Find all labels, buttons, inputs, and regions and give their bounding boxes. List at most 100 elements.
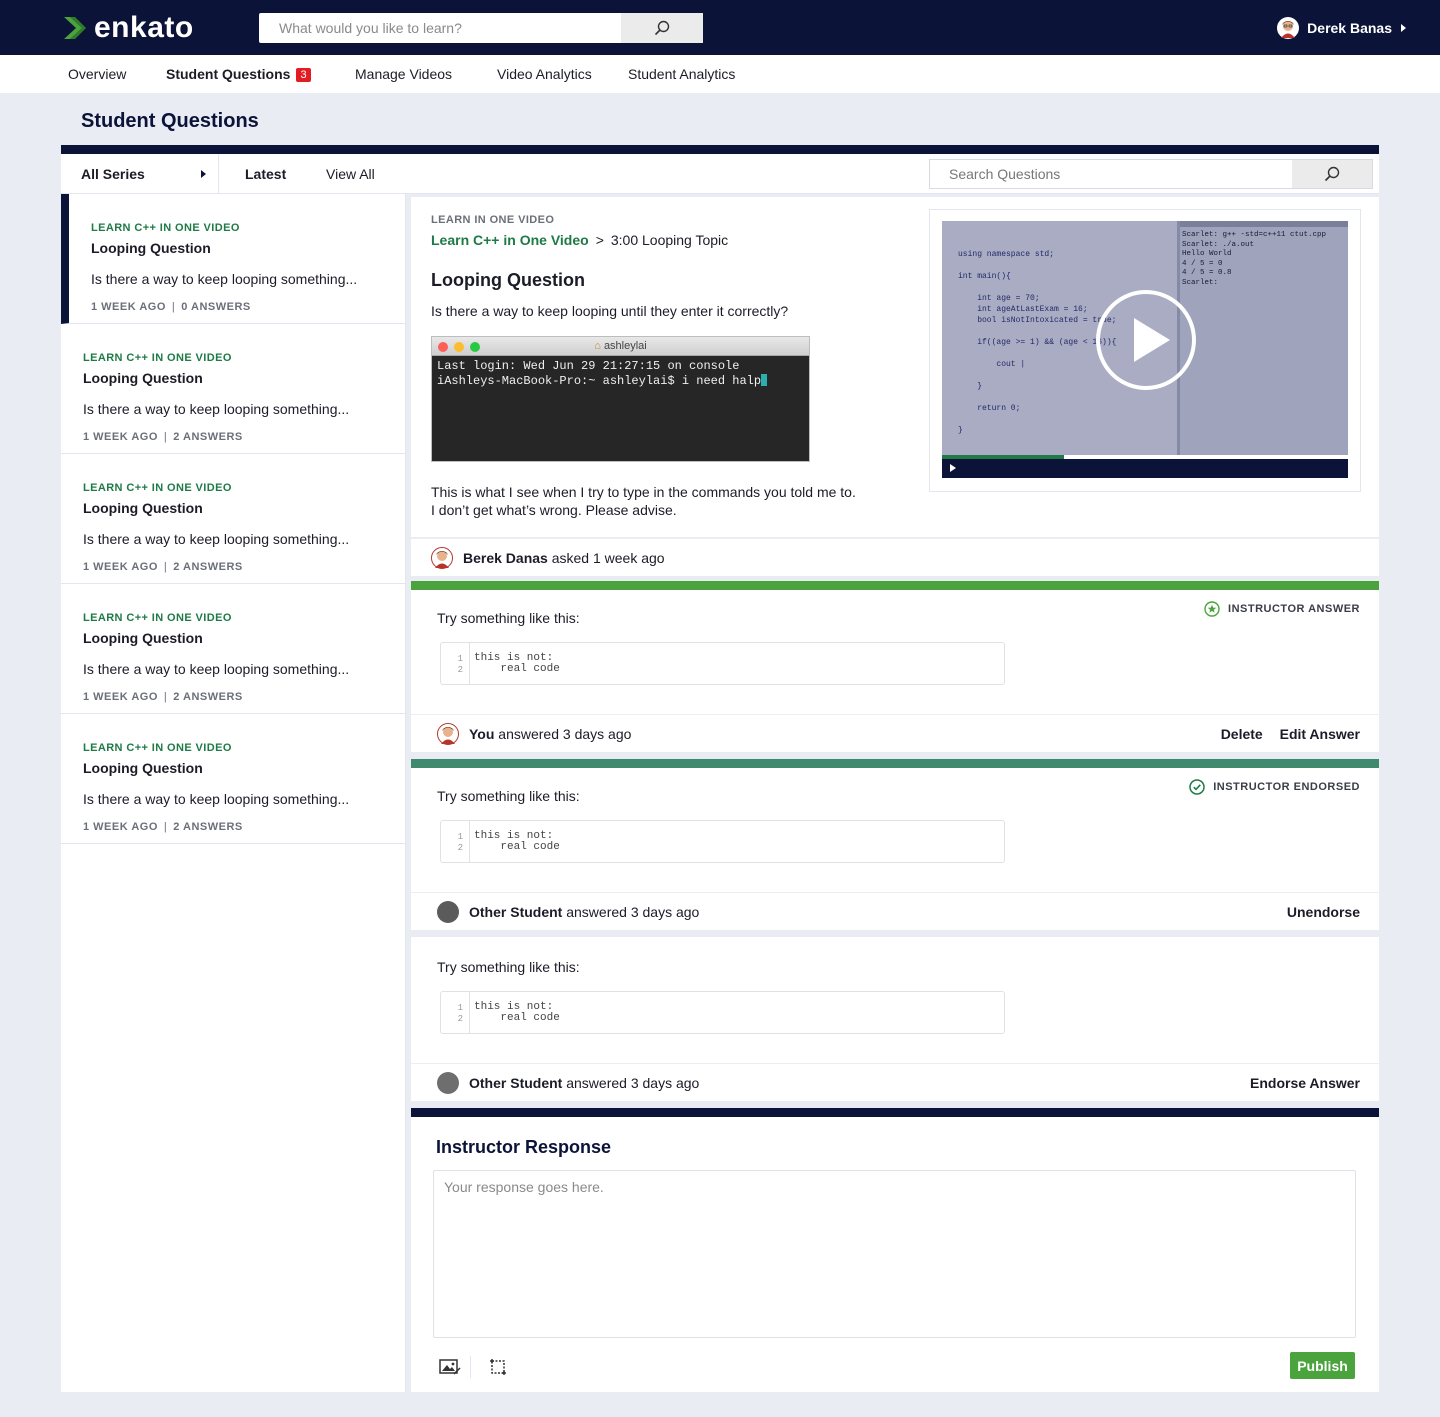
question-search-input[interactable] bbox=[930, 160, 1292, 188]
question-meta: 1 WEEK AGO | 2 ANSWERS bbox=[83, 561, 243, 573]
question-list-item[interactable]: LEARN C++ IN ONE VIDEO Looping Question … bbox=[61, 324, 405, 454]
question-title: Looping Question bbox=[83, 630, 203, 646]
instructor-answer-tag: INSTRUCTOR ANSWER bbox=[1204, 601, 1360, 617]
line-number: 2 bbox=[457, 665, 463, 675]
question-series: LEARN C++ IN ONE VIDEO bbox=[91, 222, 240, 234]
logo-mark-icon bbox=[64, 17, 86, 39]
user-name: Derek Banas bbox=[1307, 20, 1392, 36]
video-console: Scarlet: g++ -std=c++11 ctut.cpp Scarlet… bbox=[1182, 231, 1327, 287]
question-age: 1 WEEK AGO bbox=[83, 821, 158, 833]
code-block: 12 this is not: real code bbox=[440, 991, 1005, 1034]
question-age: 1 WEEK AGO bbox=[91, 301, 166, 313]
play-button[interactable] bbox=[1096, 290, 1196, 390]
line-number: 1 bbox=[457, 832, 463, 842]
question-age: 1 WEEK AGO bbox=[83, 691, 158, 703]
terminal-title-text: ashleylai bbox=[603, 340, 647, 352]
user-menu[interactable]: Derek Banas bbox=[1277, 17, 1406, 39]
answer-footer: You answered 3 days ago Delete Edit Answ… bbox=[411, 714, 1379, 752]
tab-overview[interactable]: Overview bbox=[68, 66, 126, 82]
question-age: 1 WEEK AGO bbox=[83, 431, 158, 443]
filter-view-all[interactable]: View All bbox=[326, 166, 375, 182]
question-title: Looping Question bbox=[83, 500, 203, 516]
asker-avatar bbox=[431, 546, 453, 569]
question-list: LEARN C++ IN ONE VIDEO Looping Question … bbox=[61, 194, 406, 1392]
answerer-avatar bbox=[437, 722, 459, 745]
edit-answer-button[interactable]: Edit Answer bbox=[1280, 726, 1360, 742]
code-source: this is not: real code bbox=[474, 830, 560, 853]
top-navbar: enkato Derek Banas bbox=[0, 0, 1440, 55]
answer-intro: Try something like this: bbox=[437, 610, 580, 626]
search-icon bbox=[1324, 166, 1340, 182]
answer-card: Try something like this: INSTRUCTOR ENDO… bbox=[411, 759, 1379, 892]
video-player[interactable]: using namespace std; int main(){ int age… bbox=[942, 221, 1348, 478]
endorse-answer-button[interactable]: Endorse Answer bbox=[1250, 1075, 1360, 1091]
answer-time: answered 3 days ago bbox=[566, 1074, 700, 1091]
answer-footer: Other Student answered 3 days ago Unendo… bbox=[411, 892, 1379, 930]
question-series: LEARN C++ IN ONE VIDEO bbox=[83, 482, 232, 494]
terminal-line: iAshleys-MacBook-Pro:~ ashleylai$ i need… bbox=[437, 374, 762, 388]
asked-by-row: Berek Danas asked 1 week ago bbox=[411, 538, 1379, 576]
question-list-item[interactable]: LEARN C++ IN ONE VIDEO Looping Question … bbox=[61, 194, 405, 324]
user-avatar bbox=[1277, 17, 1300, 39]
series-dropdown[interactable]: All Series bbox=[61, 154, 219, 193]
followup-line: I don’t get what’s wrong. Please advise. bbox=[431, 502, 677, 518]
detail-series: LEARN IN ONE VIDEO bbox=[431, 214, 555, 226]
tab-label: Overview bbox=[68, 66, 127, 82]
toolbar-divider bbox=[470, 1356, 471, 1378]
tab-label: Manage Videos bbox=[355, 66, 453, 82]
course-link[interactable]: Learn C++ in One Video bbox=[431, 232, 589, 248]
question-title: Looping Question bbox=[83, 760, 203, 776]
check-circle-icon bbox=[1189, 779, 1205, 795]
small-play-icon[interactable] bbox=[950, 464, 956, 472]
global-search-input[interactable] bbox=[259, 13, 621, 43]
tag-label: INSTRUCTOR ENDORSED bbox=[1213, 781, 1360, 793]
line-numbers: 12 bbox=[441, 821, 470, 862]
video-controls bbox=[942, 459, 1348, 478]
line-number: 2 bbox=[457, 1014, 463, 1024]
question-list-item[interactable]: LEARN C++ IN ONE VIDEO Looping Question … bbox=[61, 584, 405, 714]
answer-time: answered 3 days ago bbox=[566, 903, 700, 920]
question-snippet: Is there a way to keep looping something… bbox=[83, 401, 350, 417]
answer-actions: Endorse Answer bbox=[1237, 1075, 1360, 1091]
publish-button[interactable]: Publish bbox=[1290, 1352, 1355, 1379]
response-textarea[interactable] bbox=[433, 1170, 1356, 1338]
question-answer-count: 2 ANSWERS bbox=[173, 691, 243, 703]
question-list-item[interactable]: LEARN C++ IN ONE VIDEO Looping Question … bbox=[61, 714, 405, 844]
answer-intro: Try something like this: bbox=[437, 788, 580, 804]
tab-video-analytics[interactable]: Video Analytics bbox=[497, 66, 592, 82]
question-series: LEARN C++ IN ONE VIDEO bbox=[83, 742, 232, 754]
brand-name: enkato bbox=[94, 11, 194, 44]
question-meta: 1 WEEK AGO | 2 ANSWERS bbox=[83, 691, 243, 703]
question-series: LEARN C++ IN ONE VIDEO bbox=[83, 612, 232, 624]
question-snippet: Is there a way to keep looping something… bbox=[83, 531, 350, 547]
question-search-button[interactable] bbox=[1292, 160, 1372, 188]
insert-image-button[interactable] bbox=[439, 1358, 461, 1376]
question-body: Is there a way to keep looping until the… bbox=[431, 303, 789, 319]
unendorse-button[interactable]: Unendorse bbox=[1287, 904, 1360, 920]
breadcrumb-separator: > bbox=[595, 232, 604, 248]
tab-manage-videos[interactable]: Manage Videos bbox=[355, 66, 452, 82]
tab-student-questions[interactable]: Student Questions 3 bbox=[166, 66, 311, 82]
question-list-item[interactable]: LEARN C++ IN ONE VIDEO Looping Question … bbox=[61, 454, 405, 584]
question-snippet: Is there a way to keep looping something… bbox=[83, 661, 350, 677]
tab-student-analytics[interactable]: Student Analytics bbox=[628, 66, 735, 82]
caret-right-icon bbox=[1401, 24, 1406, 32]
question-title: Looping Question bbox=[91, 240, 211, 256]
instructor-response: Instructor Response Publish bbox=[411, 1108, 1379, 1392]
answerer-name: Other Student bbox=[469, 903, 563, 920]
image-attach-icon bbox=[439, 1359, 461, 1375]
global-search-button[interactable] bbox=[621, 13, 703, 43]
enkato-logo[interactable]: enkato bbox=[62, 11, 194, 44]
series-dropdown-label: All Series bbox=[81, 165, 145, 182]
tab-label: Video Analytics bbox=[497, 66, 592, 82]
tab-label: Student Analytics bbox=[628, 66, 736, 82]
terminal-output: Last login: Wed Jun 29 21:27:15 on conso… bbox=[432, 356, 809, 392]
screen-capture-button[interactable] bbox=[487, 1358, 509, 1376]
question-body-followup: This is what I see when I try to type in… bbox=[431, 483, 856, 519]
cursor bbox=[761, 374, 768, 386]
filter-latest[interactable]: Latest bbox=[245, 166, 286, 182]
delete-answer-button[interactable]: Delete bbox=[1221, 726, 1263, 742]
asker-name[interactable]: Berek Danas bbox=[463, 550, 548, 566]
question-snippet: Is there a way to keep looping something… bbox=[83, 791, 350, 807]
response-toolbar bbox=[439, 1356, 526, 1378]
